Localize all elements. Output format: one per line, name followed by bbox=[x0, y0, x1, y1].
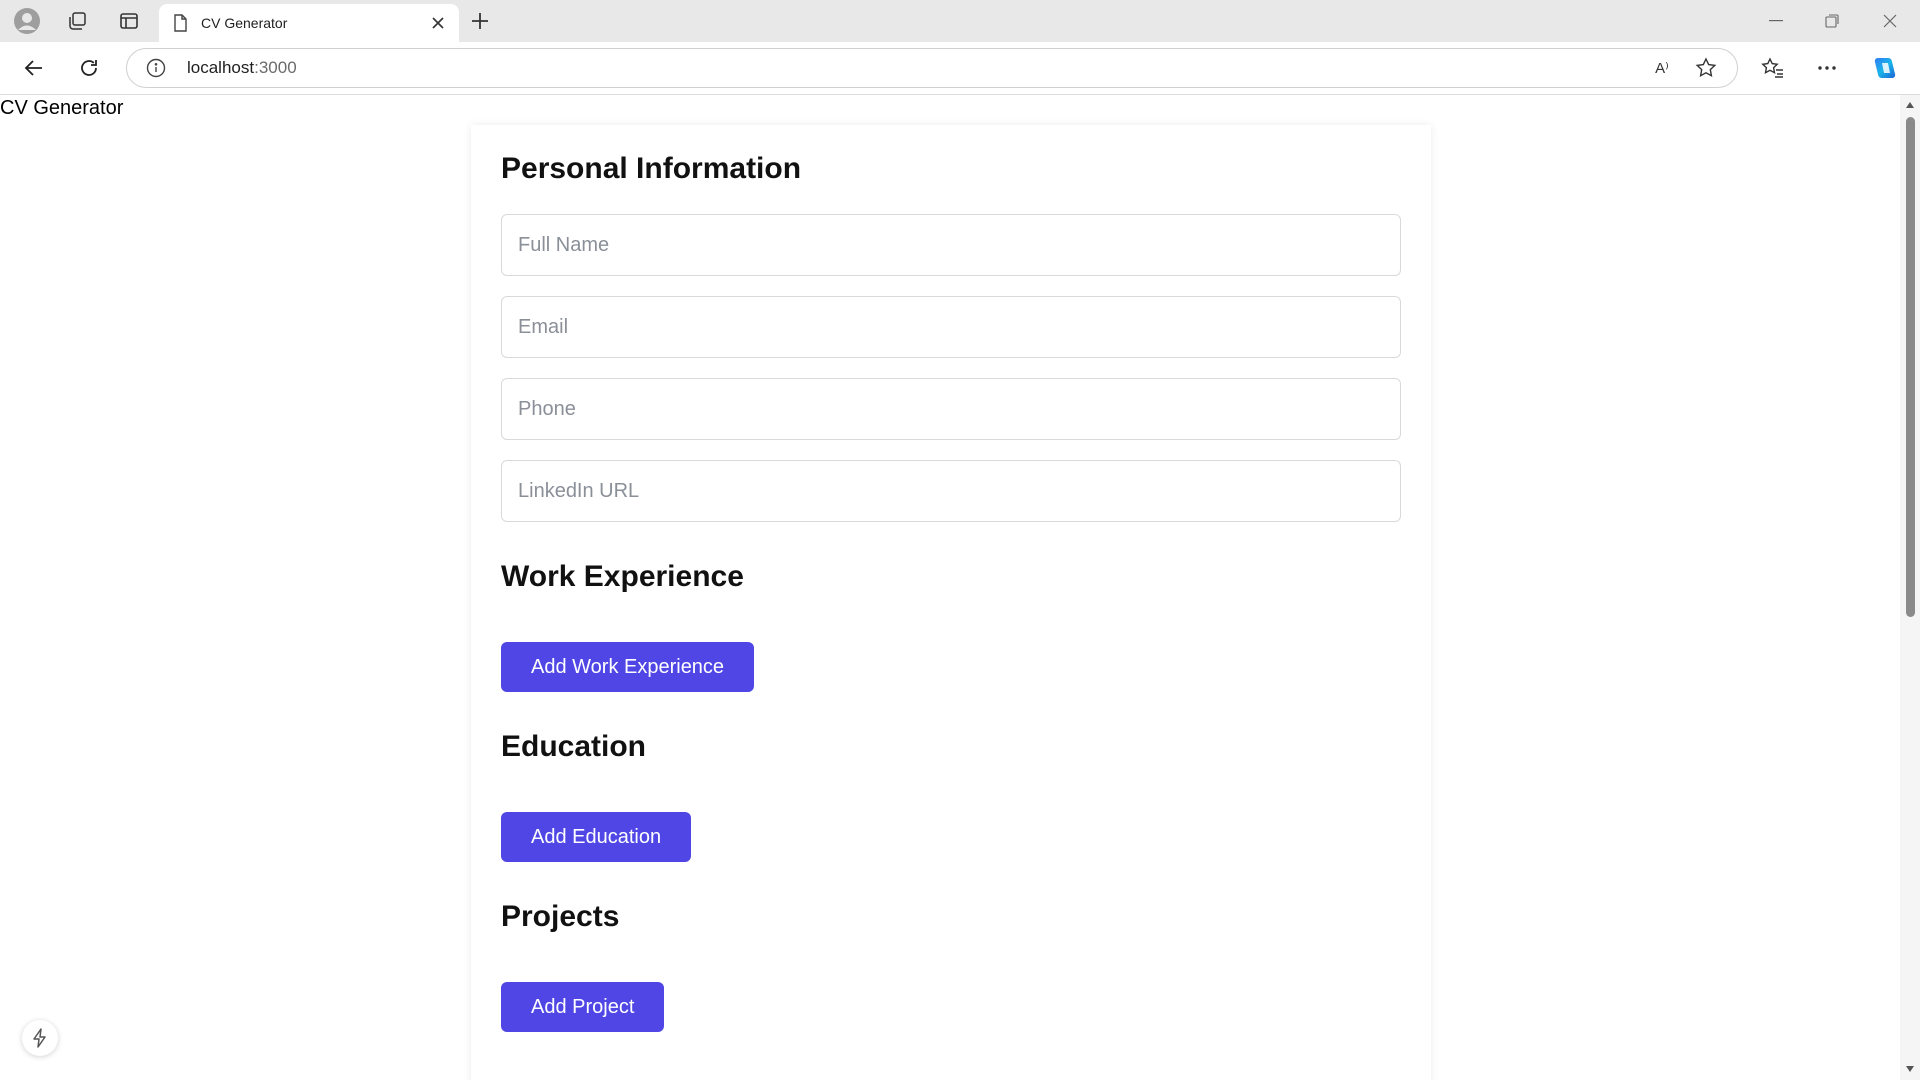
add-work-experience-button[interactable]: Add Work Experience bbox=[501, 642, 755, 692]
minimize-icon[interactable] bbox=[1748, 0, 1804, 42]
scrollbar-thumb[interactable] bbox=[1906, 117, 1915, 617]
url-port: :3000 bbox=[254, 58, 297, 77]
education-heading: Education bbox=[501, 730, 647, 763]
scroll-up-arrow-icon[interactable] bbox=[1904, 99, 1916, 111]
favorites-icon[interactable] bbox=[1755, 50, 1791, 86]
tab-actions-icon[interactable] bbox=[111, 3, 147, 39]
url-text[interactable]: localhost:3000 bbox=[187, 58, 297, 78]
site-info-icon[interactable] bbox=[145, 57, 167, 79]
email-input[interactable] bbox=[501, 296, 1401, 358]
scroll-down-arrow-icon[interactable] bbox=[1904, 1063, 1916, 1075]
close-tab-icon[interactable] bbox=[423, 8, 453, 38]
browser-toolbar: localhost:3000 A⁾ bbox=[0, 42, 1920, 95]
add-project-button[interactable]: Add Project bbox=[501, 982, 665, 1032]
dev-tools-bolt-icon[interactable] bbox=[22, 1020, 58, 1056]
new-tab-icon[interactable] bbox=[462, 3, 498, 39]
work-experience-heading: Work Experience bbox=[501, 560, 744, 593]
add-education-button[interactable]: Add Education bbox=[501, 812, 692, 862]
address-bar[interactable]: localhost:3000 A⁾ bbox=[126, 48, 1738, 88]
favorite-star-icon[interactable] bbox=[1693, 55, 1719, 81]
projects-heading: Projects bbox=[501, 900, 620, 933]
app-title: CV Generator bbox=[0, 97, 124, 119]
tab-title: CV Generator bbox=[201, 15, 288, 31]
full-name-input[interactable] bbox=[501, 214, 1401, 276]
browser-tab-bar: CV Generator bbox=[0, 0, 1920, 42]
copilot-icon[interactable] bbox=[1867, 50, 1903, 86]
restore-icon[interactable] bbox=[1804, 0, 1860, 42]
close-window-icon[interactable] bbox=[1862, 0, 1918, 42]
read-aloud-icon[interactable]: A⁾ bbox=[1649, 55, 1675, 81]
profile-icon[interactable] bbox=[9, 3, 45, 39]
url-host: localhost bbox=[187, 58, 255, 77]
refresh-icon[interactable] bbox=[71, 50, 107, 86]
document-icon bbox=[169, 12, 191, 34]
back-icon[interactable] bbox=[16, 50, 52, 86]
more-options-icon[interactable] bbox=[1809, 50, 1845, 86]
page-scrollbar[interactable] bbox=[1900, 95, 1920, 1080]
phone-input[interactable] bbox=[501, 378, 1401, 440]
page-viewport: CV Generator Personal Information Work E… bbox=[0, 95, 1900, 1080]
personal-info-heading: Personal Information bbox=[501, 152, 802, 185]
linkedin-url-input[interactable] bbox=[501, 460, 1401, 522]
cv-form-card: Personal Information Work Experience Add… bbox=[471, 125, 1431, 1080]
collections-icon[interactable] bbox=[59, 3, 95, 39]
tab-cv-generator[interactable]: CV Generator bbox=[159, 4, 459, 42]
